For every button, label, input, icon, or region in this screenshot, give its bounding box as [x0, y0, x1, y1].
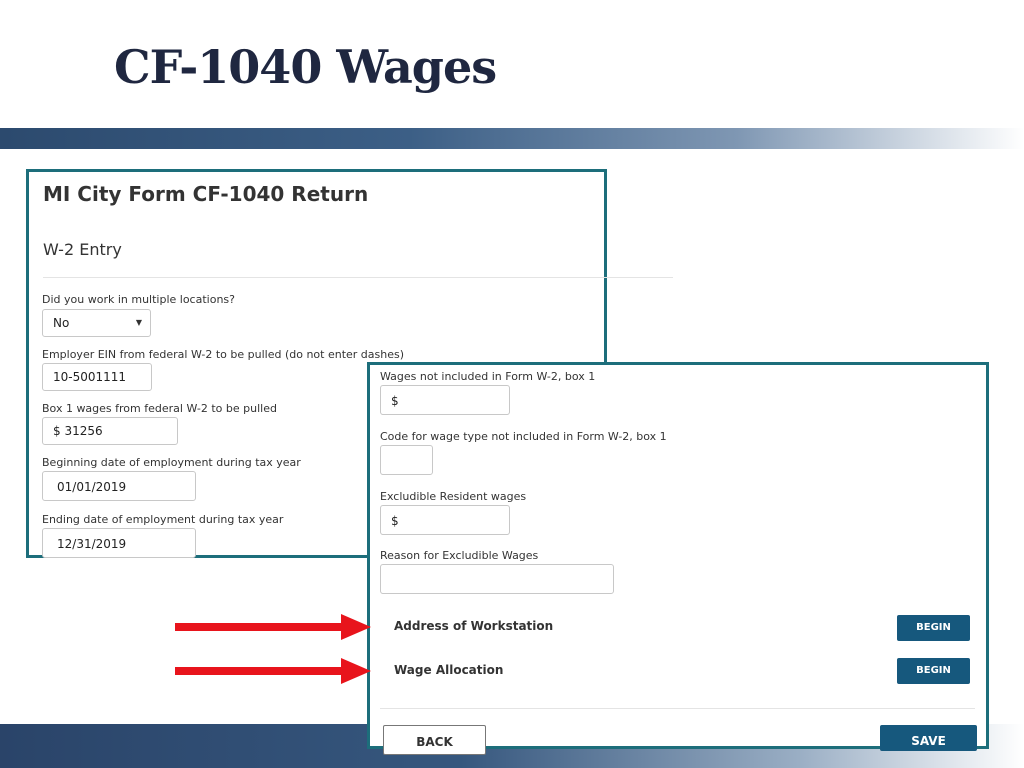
wage-allocation-label: Wage Allocation — [394, 663, 504, 677]
save-button[interactable]: SAVE — [880, 725, 977, 751]
divider — [380, 708, 975, 709]
box1-wages-value: $ 31256 — [53, 424, 103, 438]
chevron-down-icon: ▼ — [135, 318, 142, 327]
excludible-reason-label: Reason for Excludible Wages — [380, 549, 539, 562]
wage-type-code-label: Code for wage type not included in Form … — [380, 430, 667, 443]
slide-title: CF-1040 Wages — [114, 40, 497, 94]
multiple-locations-select[interactable]: No ▼ — [42, 309, 151, 337]
back-button[interactable]: BACK — [383, 725, 486, 755]
excludible-wages-label: Excludible Resident wages — [380, 490, 527, 503]
excludible-wages-field[interactable]: $ — [380, 505, 510, 535]
box1-wages-label: Box 1 wages from federal W-2 to be pulle… — [42, 402, 277, 415]
wages-not-in-w2-value: $ — [391, 394, 399, 408]
excludible-reason-field[interactable] — [380, 564, 614, 594]
box1-wages-field[interactable]: $ 31256 — [42, 417, 178, 445]
wages-not-in-w2-field[interactable]: $ — [380, 385, 510, 415]
form-subtitle: W-2 Entry — [43, 240, 122, 259]
workstation-begin-button[interactable]: BEGIN — [897, 615, 970, 641]
wage-type-code-field[interactable] — [380, 445, 433, 475]
employer-ein-label: Employer EIN from federal W-2 to be pull… — [42, 348, 405, 361]
arrow-right-icon — [175, 658, 371, 684]
wages-not-in-w2-label: Wages not included in Form W-2, box 1 — [380, 370, 596, 383]
allocation-begin-button[interactable]: BEGIN — [897, 658, 970, 684]
form-title: MI City Form CF-1040 Return — [43, 182, 369, 206]
end-date-label: Ending date of employment during tax yea… — [42, 513, 284, 526]
employer-ein-field[interactable]: 10-5001111 — [42, 363, 152, 391]
multiple-locations-label: Did you work in multiple locations? — [42, 293, 235, 306]
begin-date-value: 01/01/2019 — [57, 480, 127, 494]
additional-wages-panel: Wages not included in Form W-2, box 1 $ … — [367, 362, 989, 755]
excludible-wages-value: $ — [391, 514, 399, 528]
employer-ein-value: 10-5001111 — [53, 370, 127, 384]
divider — [43, 277, 673, 278]
begin-date-label: Beginning date of employment during tax … — [42, 456, 301, 469]
multiple-locations-value: No — [53, 316, 70, 330]
end-date-value: 12/31/2019 — [57, 537, 127, 551]
begin-date-field[interactable]: 01/01/2019 — [42, 471, 196, 501]
end-date-field[interactable]: 12/31/2019 — [42, 528, 196, 558]
header-band — [0, 128, 1024, 149]
arrow-right-icon — [175, 614, 371, 640]
address-of-workstation-label: Address of Workstation — [394, 619, 554, 633]
